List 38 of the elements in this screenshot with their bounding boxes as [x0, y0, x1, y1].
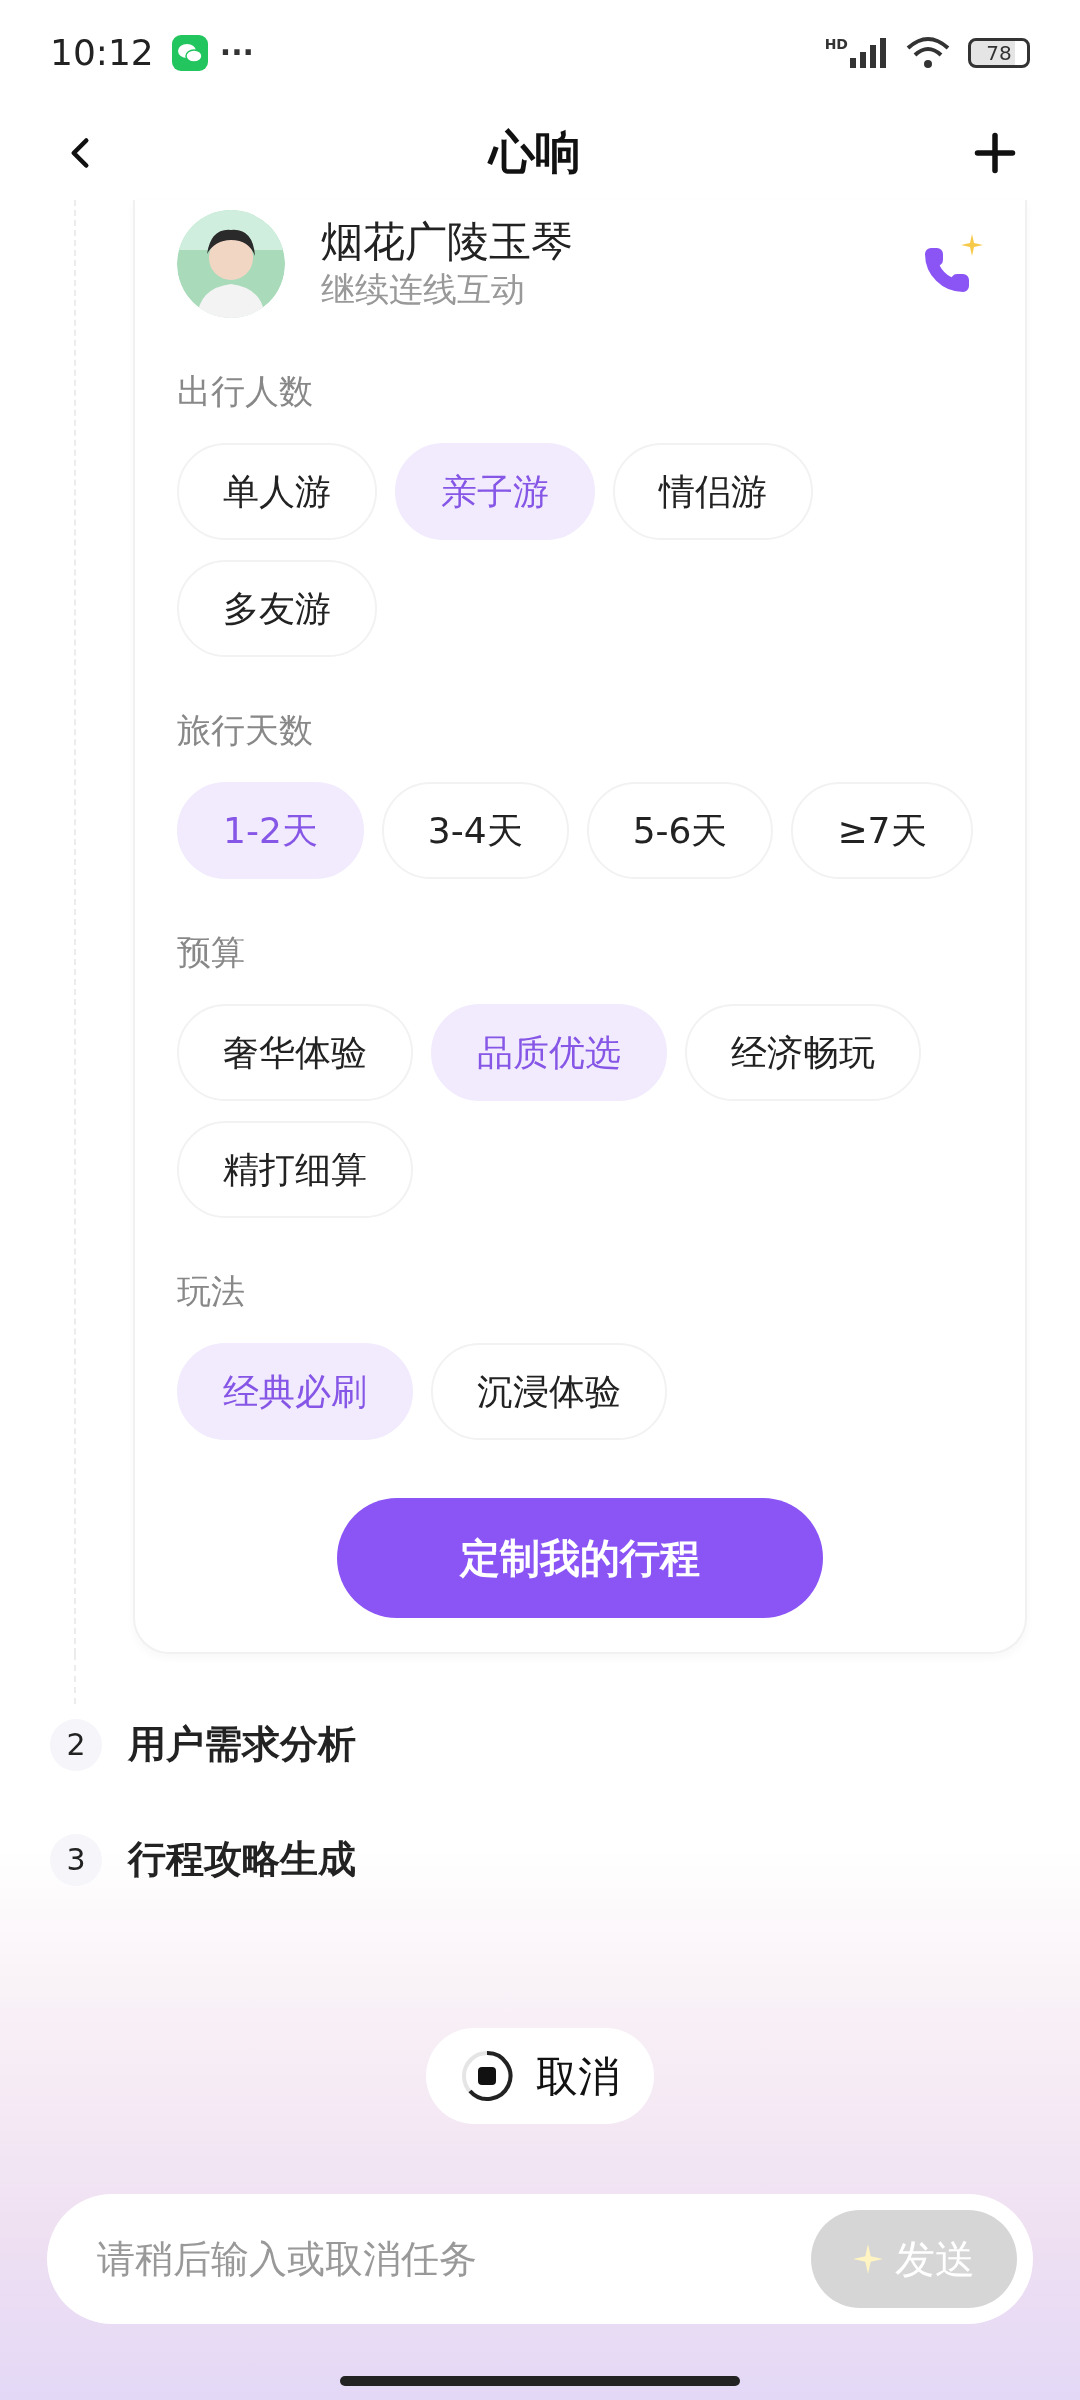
customize-itinerary-button[interactable]: 定制我的行程: [337, 1498, 823, 1618]
option-chip[interactable]: 单人游: [177, 443, 377, 540]
sparkle-icon: [961, 234, 983, 256]
network-label: HD: [824, 35, 848, 54]
option-chip[interactable]: ≥7天: [791, 782, 973, 879]
option-chip[interactable]: 奢华体验: [177, 1004, 413, 1101]
clock: 10:12: [50, 30, 154, 75]
option-chip[interactable]: 多友游: [177, 560, 377, 657]
group-label: 玩法: [177, 1270, 246, 1313]
stop-icon: [460, 2049, 514, 2103]
sparkle-icon: [853, 2244, 883, 2274]
group-label: 出行人数: [177, 370, 314, 413]
step-number: 3: [50, 1833, 102, 1886]
wifi-icon: [906, 35, 950, 70]
cancel-button[interactable]: 取消: [426, 2028, 654, 2124]
option-chip[interactable]: 品质优选: [431, 1004, 667, 1101]
page-title: 心响: [489, 124, 581, 181]
option-chip[interactable]: 沉浸体验: [431, 1343, 667, 1440]
agent-name: 烟花广陵玉琴: [321, 216, 574, 268]
option-chip[interactable]: 亲子游: [395, 443, 595, 540]
step-title: 用户需求分析: [128, 1721, 356, 1768]
option-chip[interactable]: 3-4天: [381, 782, 569, 879]
battery-indicator: 78: [968, 37, 1030, 68]
more-notifications: ···: [219, 34, 254, 72]
agent-status: 继续连线互动: [321, 268, 526, 312]
chat-app-icon: [171, 34, 208, 71]
option-chip[interactable]: 经济畅玩: [685, 1004, 921, 1101]
step-title: 行程攻略生成: [128, 1836, 356, 1883]
option-chip[interactable]: 精打细算: [177, 1121, 413, 1218]
option-chip[interactable]: 经典必刷: [177, 1343, 413, 1440]
option-chip[interactable]: 情侣游: [613, 443, 813, 540]
step-number: 2: [50, 1718, 102, 1771]
option-chip[interactable]: 1-2天: [177, 782, 364, 879]
voice-call-button[interactable]: [923, 234, 983, 294]
group-label: 预算: [177, 931, 246, 974]
group-label: 旅行天数: [177, 709, 314, 752]
option-chip[interactable]: 5-6天: [586, 782, 774, 879]
phone-icon: [923, 246, 971, 294]
